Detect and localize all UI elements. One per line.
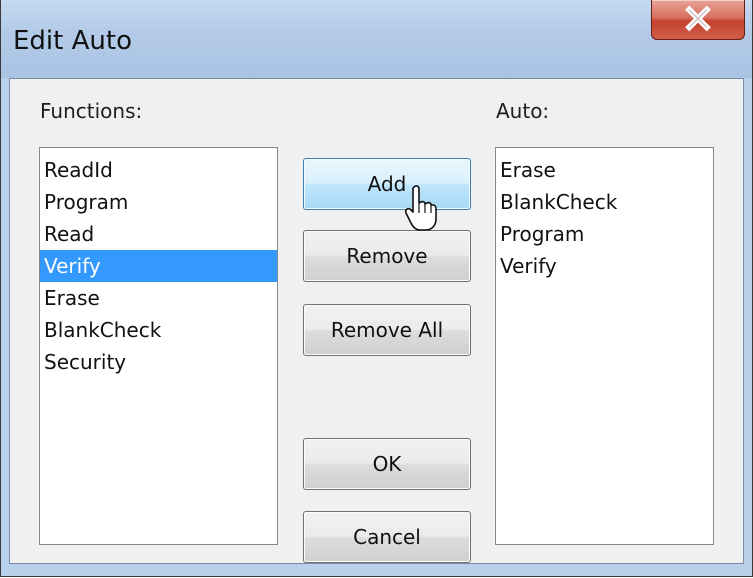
close-button[interactable] bbox=[651, 0, 745, 40]
remove-button[interactable]: Remove bbox=[303, 230, 471, 282]
edit-auto-dialog: Edit Auto Functions: ReadId Program Read Ve… bbox=[0, 0, 753, 577]
auto-label: Auto: bbox=[496, 99, 550, 123]
dialog-client-area: Functions: ReadId Program Read Verify Erase B… bbox=[9, 78, 744, 564]
auto-listbox[interactable]: Erase BlankCheck Program Verify bbox=[495, 147, 714, 545]
remove-all-button[interactable]: Remove All bbox=[303, 304, 471, 356]
cancel-button[interactable]: Cancel bbox=[303, 511, 471, 563]
close-x-icon bbox=[685, 5, 711, 32]
auto-list-item[interactable]: Program bbox=[496, 218, 713, 250]
functions-label: Functions: bbox=[40, 99, 143, 123]
ok-button[interactable]: OK bbox=[303, 438, 471, 490]
functions-list-item[interactable]: Security bbox=[40, 346, 277, 378]
dialog-title: Edit Auto bbox=[13, 26, 132, 56]
add-button-label: Add bbox=[367, 172, 407, 196]
auto-list-item[interactable]: Erase bbox=[496, 154, 713, 186]
functions-listbox[interactable]: ReadId Program Read Verify Erase BlankCheck Se… bbox=[39, 147, 278, 545]
functions-list-item[interactable]: ReadId bbox=[40, 154, 277, 186]
remove-button-label: Remove bbox=[346, 244, 428, 268]
title-bar[interactable]: Edit Auto bbox=[1, 0, 752, 78]
auto-list-item[interactable]: BlankCheck bbox=[496, 186, 713, 218]
functions-list-item[interactable]: BlankCheck bbox=[40, 314, 277, 346]
functions-list-item[interactable]: Erase bbox=[40, 282, 277, 314]
add-button[interactable]: Add bbox=[303, 158, 471, 210]
auto-list-item[interactable]: Verify bbox=[496, 250, 713, 282]
ok-button-label: OK bbox=[372, 452, 402, 476]
functions-list-item[interactable]: Verify bbox=[40, 250, 277, 282]
cancel-button-label: Cancel bbox=[353, 525, 421, 549]
functions-list-item[interactable]: Read bbox=[40, 218, 277, 250]
remove-all-button-label: Remove All bbox=[330, 318, 444, 342]
functions-list-item[interactable]: Program bbox=[40, 186, 277, 218]
